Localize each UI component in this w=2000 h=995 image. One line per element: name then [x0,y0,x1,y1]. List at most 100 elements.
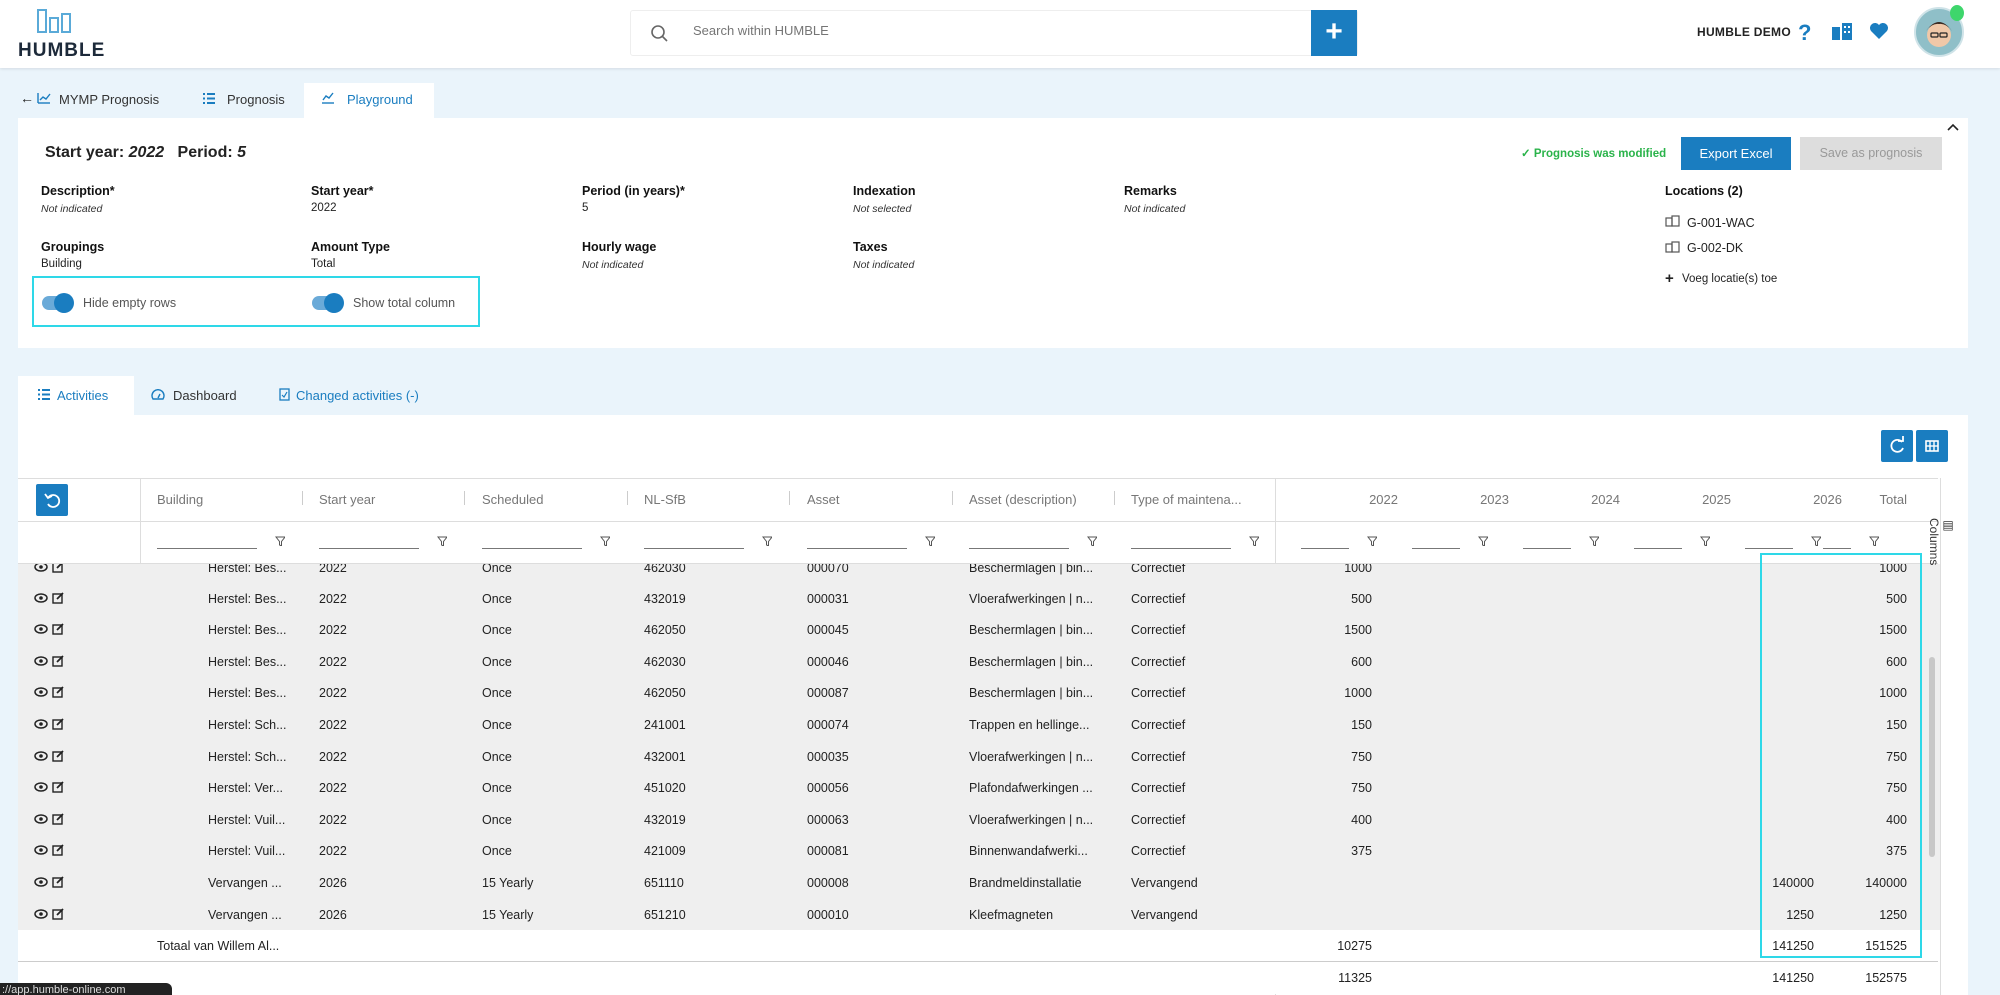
view-eye-icon[interactable] [34,623,48,637]
edit-icon[interactable] [52,686,64,701]
view-eye-icon[interactable] [34,718,48,732]
edit-icon[interactable] [52,564,64,576]
add-location-plus-icon[interactable]: + [1665,270,1674,287]
save-as-prognosis-button[interactable]: Save as prognosis [1800,137,1942,170]
edit-icon[interactable] [52,876,64,891]
table-row[interactable]: Herstel: Sch... 2022 Once 241001 000074 Trapp… [18,709,1940,741]
buildings-icon[interactable] [1831,21,1853,41]
add-button[interactable]: + [1311,10,1357,56]
table-row[interactable]: Herstel: Ver... 2022 Once 451020 000056 Plafo… [18,772,1940,804]
table-row[interactable]: Vervangen ... 2026 15 Yearly 651110 000008 Br… [18,867,1940,899]
edit-icon[interactable] [52,844,64,859]
add-location-link[interactable]: Voeg locatie(s) toe [1682,273,1777,285]
show-total-column-toggle[interactable] [312,293,344,313]
column-filter-input[interactable] [482,548,582,549]
view-eye-icon[interactable] [34,564,48,575]
column-filter-input[interactable] [969,548,1069,549]
column-separator[interactable] [1114,491,1115,505]
back-arrow-icon[interactable]: ← [20,90,34,106]
search-bar[interactable] [630,10,1358,56]
favorites-heart-icon[interactable] [1869,22,1889,40]
column-separator[interactable] [302,491,303,505]
column-header[interactable]: 2025 [1661,492,1731,507]
column-header[interactable]: Scheduled [482,492,543,507]
edit-icon[interactable] [52,591,64,607]
column-filter-input[interactable] [1131,548,1231,549]
column-filter-input[interactable] [1745,548,1793,549]
view-eye-icon[interactable] [34,844,48,858]
view-eye-icon[interactable] [34,781,48,795]
column-header[interactable]: 2024 [1550,492,1620,507]
table-row[interactable]: Herstel: Bes... 2022 Once 432019 000031 Vloer… [18,582,1940,615]
edit-icon[interactable] [52,655,64,670]
table-row[interactable]: Herstel: Bes... 2022 Once 462050 000045 Besch… [18,614,1940,646]
column-header[interactable]: 2022 [1328,492,1398,507]
filter-icon[interactable] [275,536,285,546]
column-header[interactable]: Total [1837,492,1907,507]
column-filter-input[interactable] [1412,548,1460,549]
location-item[interactable]: G-001-WAC [1687,216,1755,230]
filter-icon[interactable] [1367,536,1377,546]
column-header[interactable]: 2026 [1772,492,1842,507]
table-row[interactable]: Herstel: Bes... 2022 Once 462030 000070 Besch… [18,564,1940,584]
collapse-chevron-icon[interactable] [1947,123,1959,131]
filter-icon[interactable] [437,536,447,546]
help-icon[interactable]: ? [1798,20,1811,46]
column-header[interactable]: Asset (description) [969,492,1077,507]
export-excel-button[interactable]: Export Excel [1681,137,1791,170]
column-filter-input[interactable] [644,548,744,549]
reset-grid-button[interactable] [36,484,68,516]
filter-icon[interactable] [600,536,610,546]
tab-mymp-prognosis[interactable]: MYMP Prognosis [59,92,159,107]
column-filter-input[interactable] [1301,548,1349,549]
column-header[interactable]: Asset [807,492,840,507]
column-separator[interactable] [627,491,628,505]
column-filter-input[interactable] [1634,548,1682,549]
filter-icon[interactable] [1700,536,1710,546]
tab-changed-activities[interactable]: Changed activities (-) [296,388,419,403]
logo-text[interactable]: HUMBLE [18,40,105,62]
hide-empty-rows-toggle[interactable] [42,293,74,313]
table-row[interactable]: Herstel: Vuil... 2022 Once 432019 000063 Vloe… [18,803,1940,836]
filter-icon[interactable] [1478,536,1488,546]
column-header[interactable]: 2023 [1439,492,1509,507]
user-name[interactable]: HUMBLE DEMO [1697,25,1791,39]
filter-icon[interactable] [1589,536,1599,546]
edit-icon[interactable] [52,781,64,796]
column-filter-input[interactable] [157,548,257,549]
column-separator[interactable] [789,491,790,505]
column-filter-input[interactable] [1523,548,1571,549]
location-item[interactable]: G-002-DK [1687,241,1743,255]
table-row[interactable]: Vervangen ... 2026 15 Yearly 651210 000010 Kl… [18,898,1940,931]
refresh-button[interactable] [1881,430,1913,462]
tab-playground[interactable]: Playground [347,92,413,107]
view-eye-icon[interactable] [34,876,48,890]
vertical-scrollbar[interactable] [1929,657,1935,857]
table-row[interactable]: Herstel: Vuil... 2022 Once 421009 000081 Binn… [18,835,1940,867]
edit-icon[interactable] [52,907,64,923]
columns-side-panel-toggle[interactable]: ▤ Columns [1927,518,1955,578]
table-row[interactable]: Herstel: Bes... 2022 Once 462050 000087 Besch… [18,677,1940,709]
notification-bell-icon[interactable] [1950,5,1964,21]
table-row[interactable]: Herstel: Sch... 2022 Once 432001 000035 Vloer… [18,740,1940,773]
column-separator[interactable] [464,491,465,505]
column-filter-input[interactable] [319,548,419,549]
search-input[interactable] [693,23,1273,38]
tab-dashboard[interactable]: Dashboard [173,388,237,403]
view-eye-icon[interactable] [34,686,48,700]
filter-icon[interactable] [1087,536,1097,546]
column-header[interactable]: Start year [319,492,375,507]
tab-prognosis[interactable]: Prognosis [227,92,285,107]
filter-icon[interactable] [762,536,772,546]
edit-icon[interactable] [52,813,64,828]
grid-view-button[interactable] [1916,430,1948,462]
view-eye-icon[interactable] [34,592,48,606]
column-filter-input[interactable] [807,548,907,549]
tab-activities[interactable]: Activities [57,388,108,403]
view-eye-icon[interactable] [34,750,48,764]
column-separator[interactable] [952,491,953,505]
column-header[interactable]: NL-SfB [644,492,686,507]
table-row[interactable]: Herstel: Bes... 2022 Once 462030 000046 Besch… [18,645,1940,678]
column-filter-input[interactable] [1823,548,1851,549]
view-eye-icon[interactable] [34,813,48,827]
